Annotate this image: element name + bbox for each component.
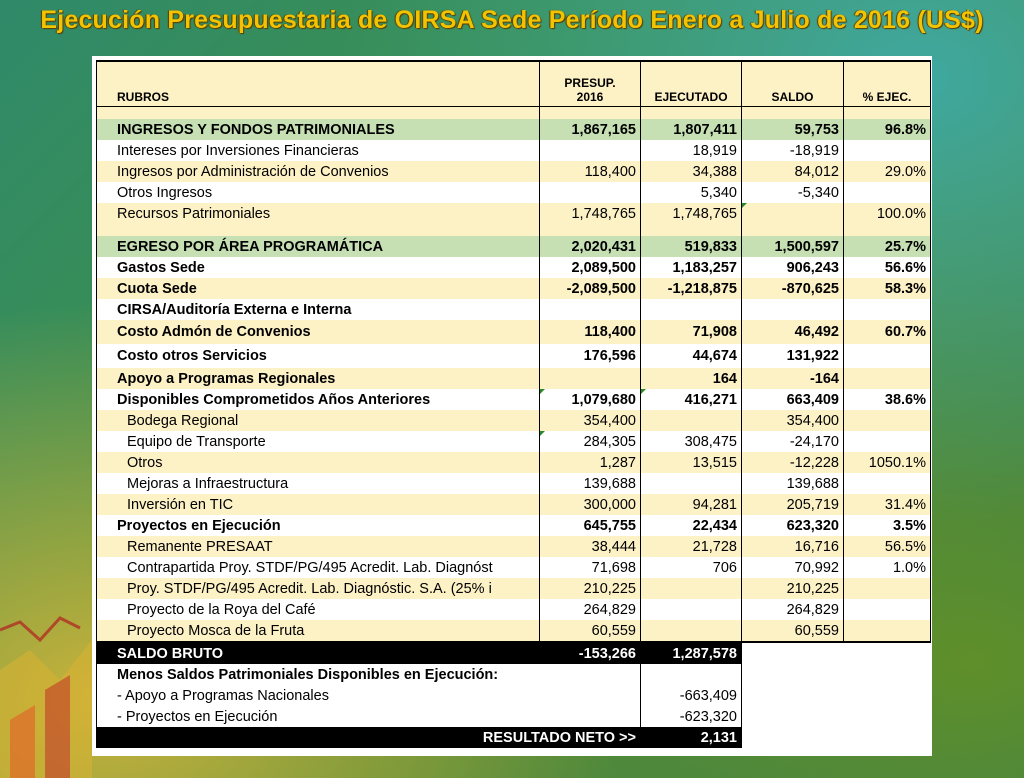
table-row: Proyectos en Ejecución 645,755 22,434 623,3… xyxy=(96,515,931,536)
table-row: - Proyectos en Ejecución -623,320 xyxy=(96,706,931,727)
menos-row: Menos Saldos Patrimoniales Disponibles e… xyxy=(96,664,931,685)
resultado-neto-row: RESULTADO NETO >> 2,131 xyxy=(96,727,931,748)
table-header-row: RUBROS PRESUP. 2016 EJECUTADO SALDO % EJE… xyxy=(96,60,931,107)
col-header-rubros: RUBROS xyxy=(96,60,540,107)
table-row: Recursos Patrimoniales 1,748,765 1,748,765… xyxy=(96,203,931,224)
col-header-presup: PRESUP. 2016 xyxy=(539,60,641,107)
table-row: Ingresos por Administración de Convenios… xyxy=(96,161,931,182)
table-row: Intereses por Inversiones Financieras 18,… xyxy=(96,140,931,161)
table-row: INGRESOS Y FONDOS PATRIMONIALES 1,867,165… xyxy=(96,119,931,140)
budget-table: RUBROS PRESUP. 2016 EJECUTADO SALDO % EJE… xyxy=(96,60,931,748)
col-header-pct: % EJEC. xyxy=(843,60,931,107)
table-row: - Apoyo a Programas Nacionales -663,409 xyxy=(96,685,931,706)
table-row: Proyecto de la Roya del Café 264,829 264,8… xyxy=(96,599,931,620)
table-row: CIRSA/Auditoría Externa e Interna xyxy=(96,299,931,320)
table-row: Remanente PRESAAT 38,444 21,728 16,716 56.5% xyxy=(96,536,931,557)
table-row: Gastos Sede 2,089,500 1,183,257 906,243 56.6… xyxy=(96,257,931,278)
table-row: EGRESO POR ÁREA PROGRAMÁTICA 2,020,431 519… xyxy=(96,236,931,257)
col-header-saldo: SALDO xyxy=(741,60,844,107)
table-row: Contrapartida Proy. STDF/PG/495 Acredit.… xyxy=(96,557,931,578)
table-row: Proy. STDF/PG/495 Acredit. Lab. Diagnóst… xyxy=(96,578,931,599)
page-title: Ejecución Presupuestaria de OIRSA Sede P… xyxy=(40,6,984,34)
decorative-bar-chart-icon xyxy=(0,616,92,778)
table-row: Inversión en TIC 300,000 94,281 205,719 31.4… xyxy=(96,494,931,515)
table-row: Proyecto Mosca de la Fruta 60,559 60,559 xyxy=(96,620,931,643)
table-row: Otros Ingresos 5,340 -5,340 xyxy=(96,182,931,203)
table-row: Bodega Regional 354,400 354,400 xyxy=(96,410,931,431)
saldo-bruto-row: SALDO BRUTO -153,266 1,287,578 xyxy=(96,642,931,664)
col-header-ejecutado: EJECUTADO xyxy=(640,60,742,107)
table-row: Otros 1,287 13,515 -12,228 1050.1% xyxy=(96,452,931,473)
table-row: Equipo de Transporte 284,305 308,475 -24,17… xyxy=(96,431,931,452)
table-row: Apoyo a Programas Regionales 164 -164 xyxy=(96,368,931,389)
table-row: Disponibles Comprometidos Años Anteriore… xyxy=(96,389,931,410)
table-row: Costo Admón de Convenios 118,400 71,908 46,… xyxy=(96,320,931,344)
table-row: Cuota Sede -2,089,500 -1,218,875 -870,625 58… xyxy=(96,278,931,299)
table-row: Mejoras a Infraestructura 139,688 139,688 xyxy=(96,473,931,494)
budget-panel: RUBROS PRESUP. 2016 EJECUTADO SALDO % EJE… xyxy=(92,56,932,756)
table-row: Costo otros Servicios 176,596 44,674 131,92… xyxy=(96,344,931,368)
